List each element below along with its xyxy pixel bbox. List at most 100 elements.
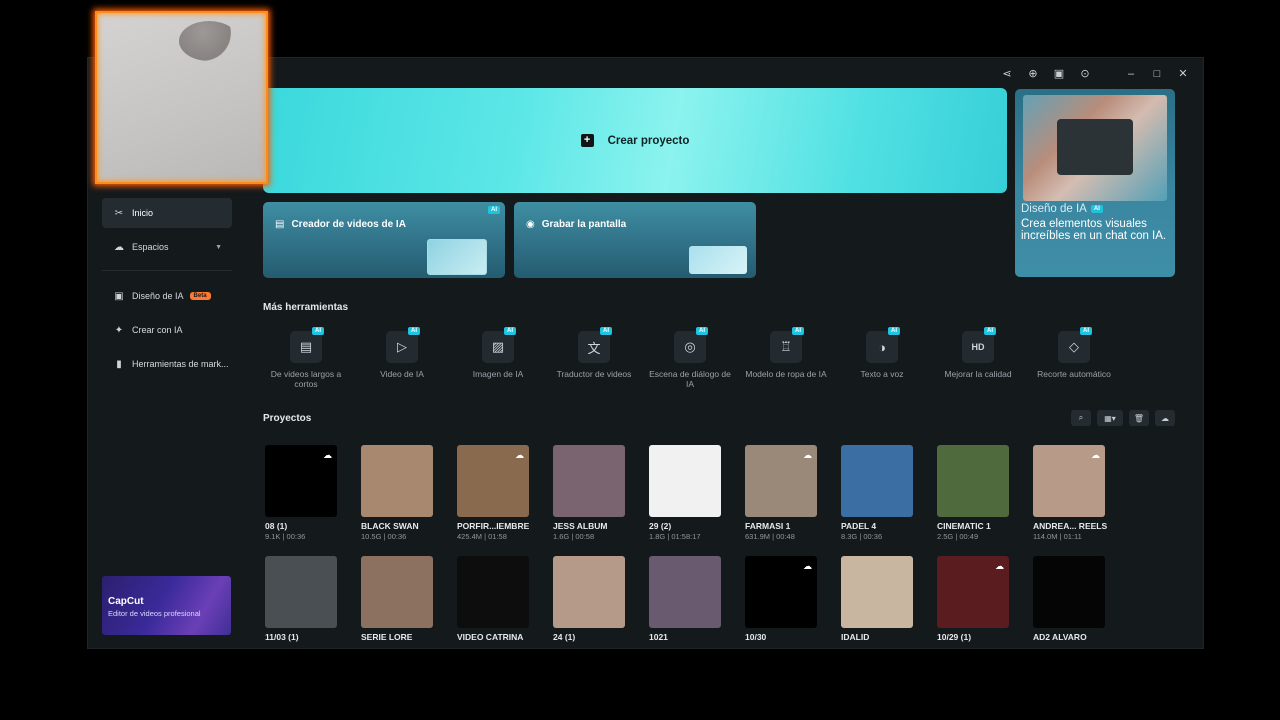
cloud-icon: ☁ [515,450,524,460]
window-controls: ⋖ ⊕ ▣ ⊙ – □ ✕ [1001,68,1189,80]
close-icon[interactable]: ✕ [1177,68,1189,80]
capcut-promo-banner[interactable]: CapCut Editor de videos profesional [102,576,231,635]
project-thumbnail [265,556,337,628]
tool-text-to-speech[interactable]: AI ◑ Texto a voz [834,323,930,389]
ai-badge: AI [488,206,500,214]
project-meta: 425.4M | 01:58 [457,532,507,541]
project-card[interactable]: ☁ ANDREA... REELS 114.0M | 01:11 [1033,445,1107,545]
project-name: FARMASI 1 [745,521,791,531]
dialog-icon: ◎ [674,331,706,363]
project-thumbnail: ☁ [937,556,1009,628]
project-card[interactable]: ☁ 08 (1) 9.1K | 00:36 [265,445,337,545]
tool-ai-clothing-model[interactable]: AI ♖ Modelo de ropa de IA [738,323,834,389]
sidebar-item-crear-ia[interactable]: ✦ Crear con IA [102,315,232,345]
ai-design-description: Crea elementos visuales increíbles en un… [1021,218,1167,242]
cloud-icon: ☁ [995,561,1004,571]
tool-auto-cutout[interactable]: AI ◇ Recorte automático [1026,323,1122,389]
tool-label: Escena de diálogo de IA [649,369,731,389]
tools-row: AI ▤ De videos largos a cortos AI ▷ Video de… [258,323,1122,389]
ai-badge: AI [984,327,996,335]
project-card[interactable]: 24 (1) [553,556,625,656]
settings-icon[interactable]: ⊙ [1079,68,1091,80]
view-toggle-icon[interactable]: ▦▾ [1097,410,1123,426]
trash-icon[interactable]: 🗑 [1129,410,1149,426]
project-card[interactable]: ☁ PORFIR...IEMBRE 425.4M | 01:58 [457,445,529,545]
sidebar-item-marketing[interactable]: ▮ Herramientas de mark... [102,349,232,379]
sidebar-item-inicio[interactable]: ✂ Inicio [102,198,232,228]
project-card[interactable]: 1021 [649,556,721,656]
ai-badge: AI [600,327,612,335]
project-thumbnail [1033,556,1105,628]
tool-ai-video[interactable]: AI ▷ Video de IA [354,323,450,389]
record-icon: ◉ [526,219,535,230]
project-thumbnail: ☁ [1033,445,1105,517]
minimize-icon[interactable]: – [1125,68,1137,80]
share-icon[interactable]: ⋖ [1001,68,1013,80]
ai-design-card[interactable]: Diseño de IA AI Crea elementos visuales i… [1015,89,1175,277]
project-meta: 114.0M | 01:11 [1033,532,1082,541]
project-card[interactable]: ☁ 10/30 [745,556,817,656]
project-card[interactable]: AD2 ALVARO [1033,556,1105,656]
webcam-figure [179,21,239,61]
ai-badge: AI [792,327,804,335]
project-thumbnail [841,556,913,628]
project-card[interactable]: ☁ 10/29 (1) [937,556,1009,656]
project-thumbnail [553,445,625,517]
sidebar-item-label: Diseño de IA [132,291,184,301]
card-label: Creador de videos de IA [291,219,406,230]
tool-video-translator[interactable]: AI 文 Traductor de videos [546,323,642,389]
cloud-icon: ☁ [803,450,812,460]
tool-enhance-quality[interactable]: AI HD Mejorar la calidad [930,323,1026,389]
tool-label: De videos largos a cortos [270,369,342,389]
project-name: 24 (1) [553,632,576,642]
project-name: PADEL 4 [841,521,877,531]
project-thumbnail [649,445,721,517]
feedback-icon[interactable]: ▣ [1053,68,1065,80]
maximize-icon[interactable]: □ [1151,68,1163,80]
project-card[interactable]: 11/03 (1) [265,556,337,656]
tool-ai-dialog-scene[interactable]: AI ◎ Escena de diálogo de IA [642,323,738,389]
sidebar: ✂ Inicio ☁ Espacios ▼ ▣ Diseño de IA Bet… [102,198,232,383]
create-project-button[interactable]: + Crear proyecto [263,88,1007,193]
ai-badge: AI [408,327,420,335]
sidebar-item-diseno-ia[interactable]: ▣ Diseño de IA Beta [102,281,232,311]
chevron-down-icon: ▼ [215,243,222,251]
project-card[interactable]: BLACK SWAN 10.5G | 00:36 [361,445,433,545]
project-name: AD2 ALVARO [1033,632,1087,642]
project-name: PORFIR...IEMBRE [457,521,530,531]
image-icon: ▣ [114,290,124,302]
screen-record-card[interactable]: ◉ Grabar la pantalla [514,202,756,278]
project-name: 29 (2) [649,521,672,531]
sidebar-item-espacios[interactable]: ☁ Espacios ▼ [102,232,232,262]
upload-icon[interactable]: ⊕ [1027,68,1039,80]
search-icon[interactable]: ⌕ [1071,410,1091,426]
film-icon: ▤ [275,219,285,230]
project-card[interactable]: JESS ALBUM 1.6G | 00:58 [553,445,625,545]
ai-video-creator-card[interactable]: ▤ Creador de videos de IA AI [263,202,505,278]
project-name: SERIE LORE [361,632,413,642]
cloud-upload-icon[interactable]: ☁ [1155,410,1175,426]
project-name: IDALID [841,632,870,642]
project-card[interactable]: ☁ FARMASI 1 631.9M | 00:48 [745,445,817,545]
tool-long-to-short[interactable]: AI ▤ De videos largos a cortos [258,323,354,389]
project-card[interactable]: 29 (2) 1.8G | 01:58:17 [649,445,721,545]
project-thumbnail: ☁ [265,445,337,517]
project-card[interactable]: IDALID [841,556,913,656]
eraser-icon: ◇ [1058,331,1090,363]
ai-design-title: Diseño de IA [1021,203,1087,215]
tool-label: Texto a voz [860,369,904,379]
sidebar-item-label: Crear con IA [132,325,183,335]
project-meta: 9.1K | 00:36 [265,532,306,541]
project-card[interactable]: PADEL 4 8.3G | 00:36 [841,445,913,545]
project-card[interactable]: SERIE LORE [361,556,433,656]
project-card[interactable]: CINEMATIC 1 2.5G | 00:49 [937,445,1009,545]
project-card[interactable]: VIDEO CATRINA [457,556,529,656]
tool-ai-image[interactable]: AI ▨ Imagen de IA [450,323,546,389]
project-name: JESS ALBUM [553,521,608,531]
cloud-icon: ☁ [803,561,812,571]
project-thumbnail: ☁ [745,556,817,628]
project-meta: 2.5G | 00:49 [937,532,979,541]
card-thumbnail [689,246,747,274]
film-icon: ▤ [290,331,322,363]
project-meta: 1.6G | 00:58 [553,532,595,541]
